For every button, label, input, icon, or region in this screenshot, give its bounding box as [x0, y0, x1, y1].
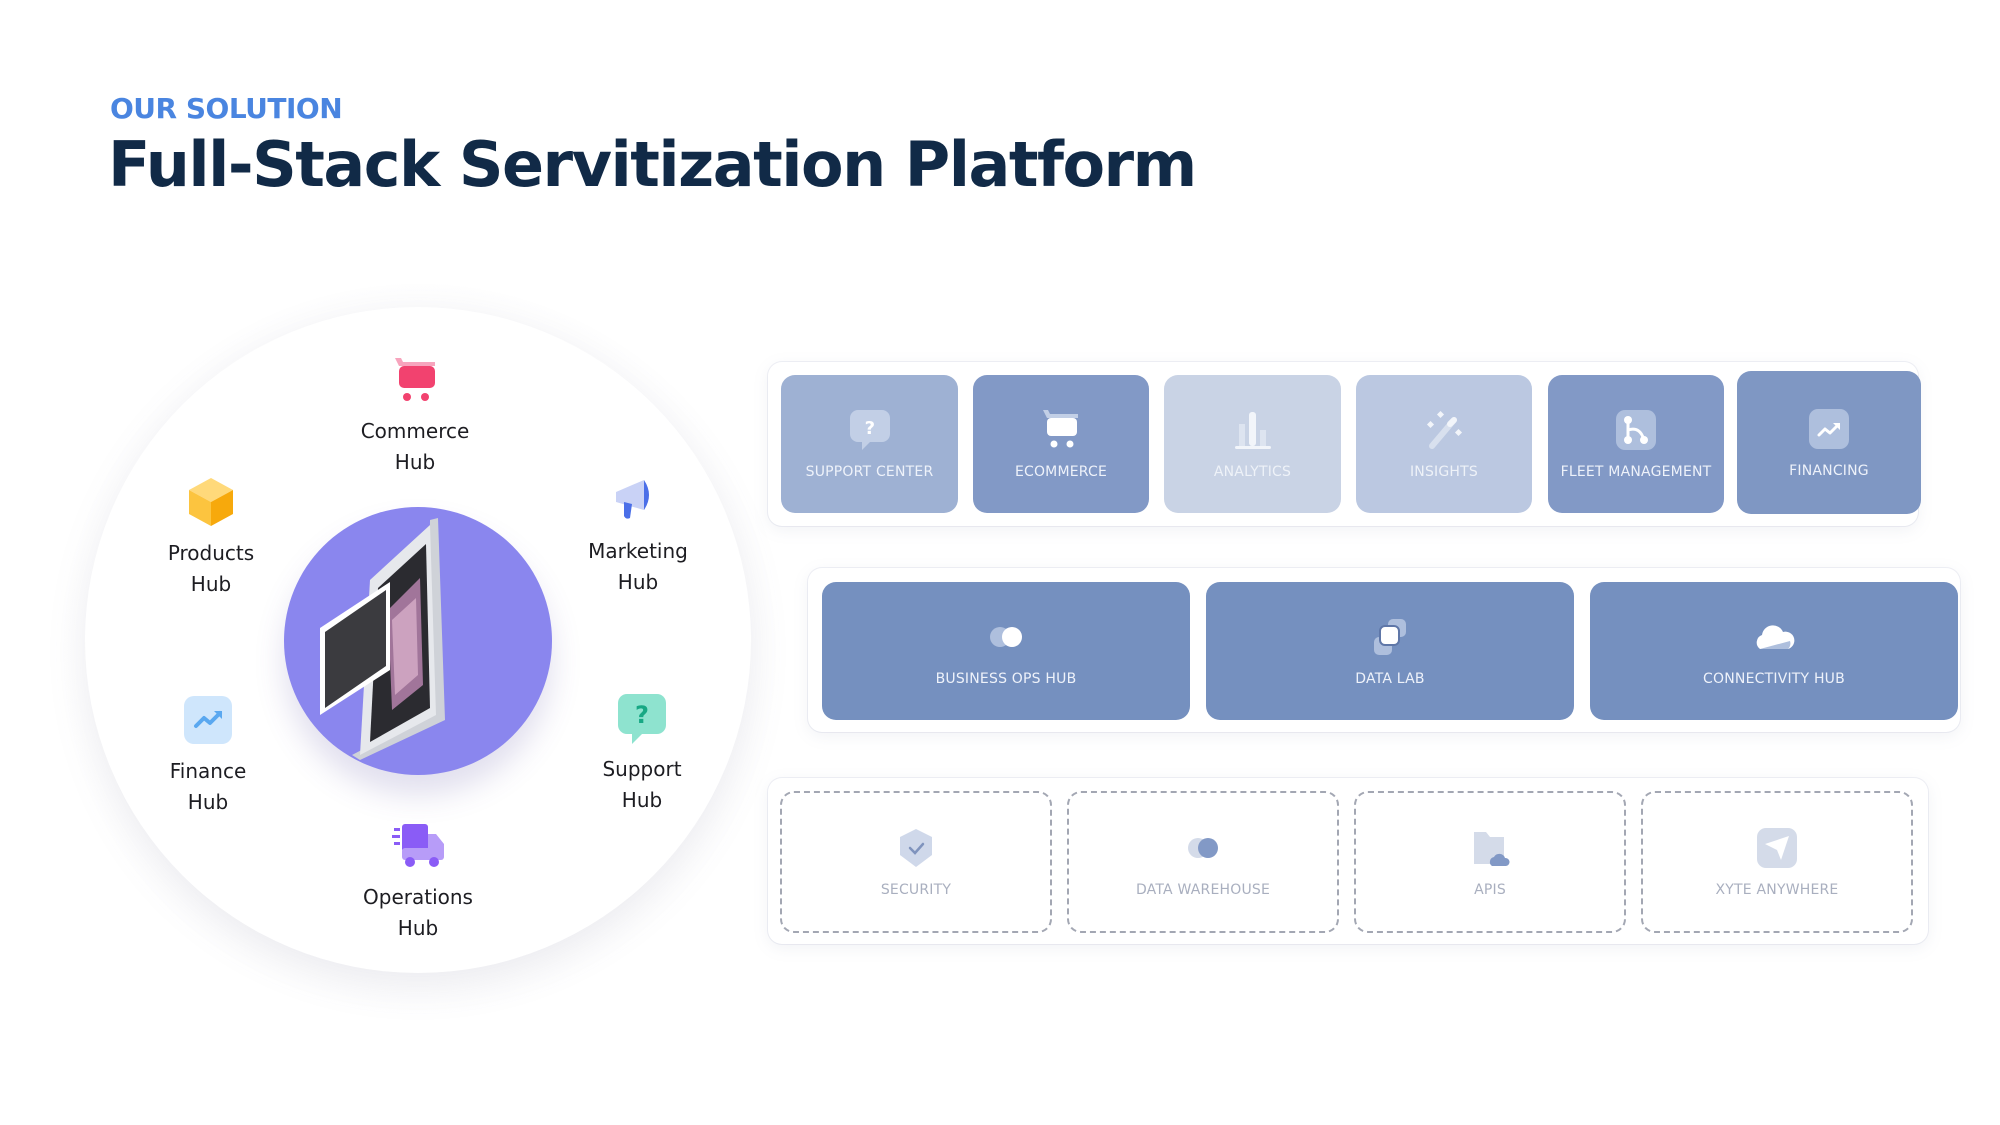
shield-check-icon — [900, 829, 932, 867]
route-icon — [1616, 410, 1656, 450]
hub-commerce: Commerce Hub — [335, 352, 495, 478]
hub-products: Products Hub — [131, 474, 291, 600]
foundation-card-data-warehouse[interactable]: DATA WAREHOUSE — [1067, 791, 1339, 933]
question-chat-icon: ? — [618, 694, 666, 744]
hub-finance: Finance Hub — [128, 692, 288, 818]
delivery-truck-icon — [392, 824, 444, 867]
cube-box-icon — [189, 478, 233, 526]
trend-chart-icon — [184, 696, 232, 744]
foundation-card-xyte-anywhere[interactable]: XYTE ANYWHERE — [1641, 791, 1913, 933]
processor-chip-illustration — [320, 518, 445, 760]
app-card-ecommerce[interactable]: ECOMMERCE — [973, 375, 1149, 513]
app-card-analytics[interactable]: ANALYTICS — [1164, 375, 1341, 513]
foundation-card-apis[interactable]: APIs — [1354, 791, 1626, 933]
question-chat-icon: ? — [849, 410, 890, 450]
shopping-cart-icon — [1043, 410, 1078, 448]
bar-chart-icon — [1234, 412, 1271, 449]
foundation-card-security[interactable]: SECURITY — [780, 791, 1052, 933]
shopping-cart-icon — [395, 358, 435, 401]
app-card-fleet-management[interactable]: FLEET MANAGEMENT — [1548, 375, 1724, 513]
cloud-icon — [1756, 625, 1795, 649]
svg-text:?: ? — [864, 418, 875, 439]
hub-card-business-ops[interactable]: BUSINESS OPS HUB — [822, 582, 1190, 720]
page-title: Full-Stack Servitization Platform — [108, 128, 1197, 201]
hub-support: ? Support Hub — [562, 690, 722, 816]
stacked-squares-icon — [1374, 619, 1406, 655]
overlapping-circles-icon — [990, 627, 1022, 647]
overlapping-circles-icon — [1188, 838, 1218, 858]
app-card-support-center[interactable]: ? SUPPORT CENTER — [781, 375, 958, 513]
app-card-insights[interactable]: INSIGHTS — [1356, 375, 1532, 513]
eyebrow-label: OUR SOLUTION — [110, 92, 343, 125]
folder-cloud-icon — [1474, 832, 1510, 866]
send-arrow-icon — [1757, 828, 1797, 868]
app-card-financing[interactable]: FINANCING — [1737, 371, 1921, 514]
trend-chart-icon — [1809, 408, 1849, 449]
magic-wand-icon — [1426, 410, 1463, 449]
megaphone-icon — [616, 480, 649, 519]
svg-text:?: ? — [635, 701, 649, 729]
hub-card-data-lab[interactable]: DATA LAB — [1206, 582, 1574, 720]
hub-card-connectivity[interactable]: CONNECTIVITY HUB — [1590, 582, 1958, 720]
hub-marketing: Marketing Hub — [558, 472, 718, 598]
hub-operations: Operations Hub — [338, 818, 498, 944]
